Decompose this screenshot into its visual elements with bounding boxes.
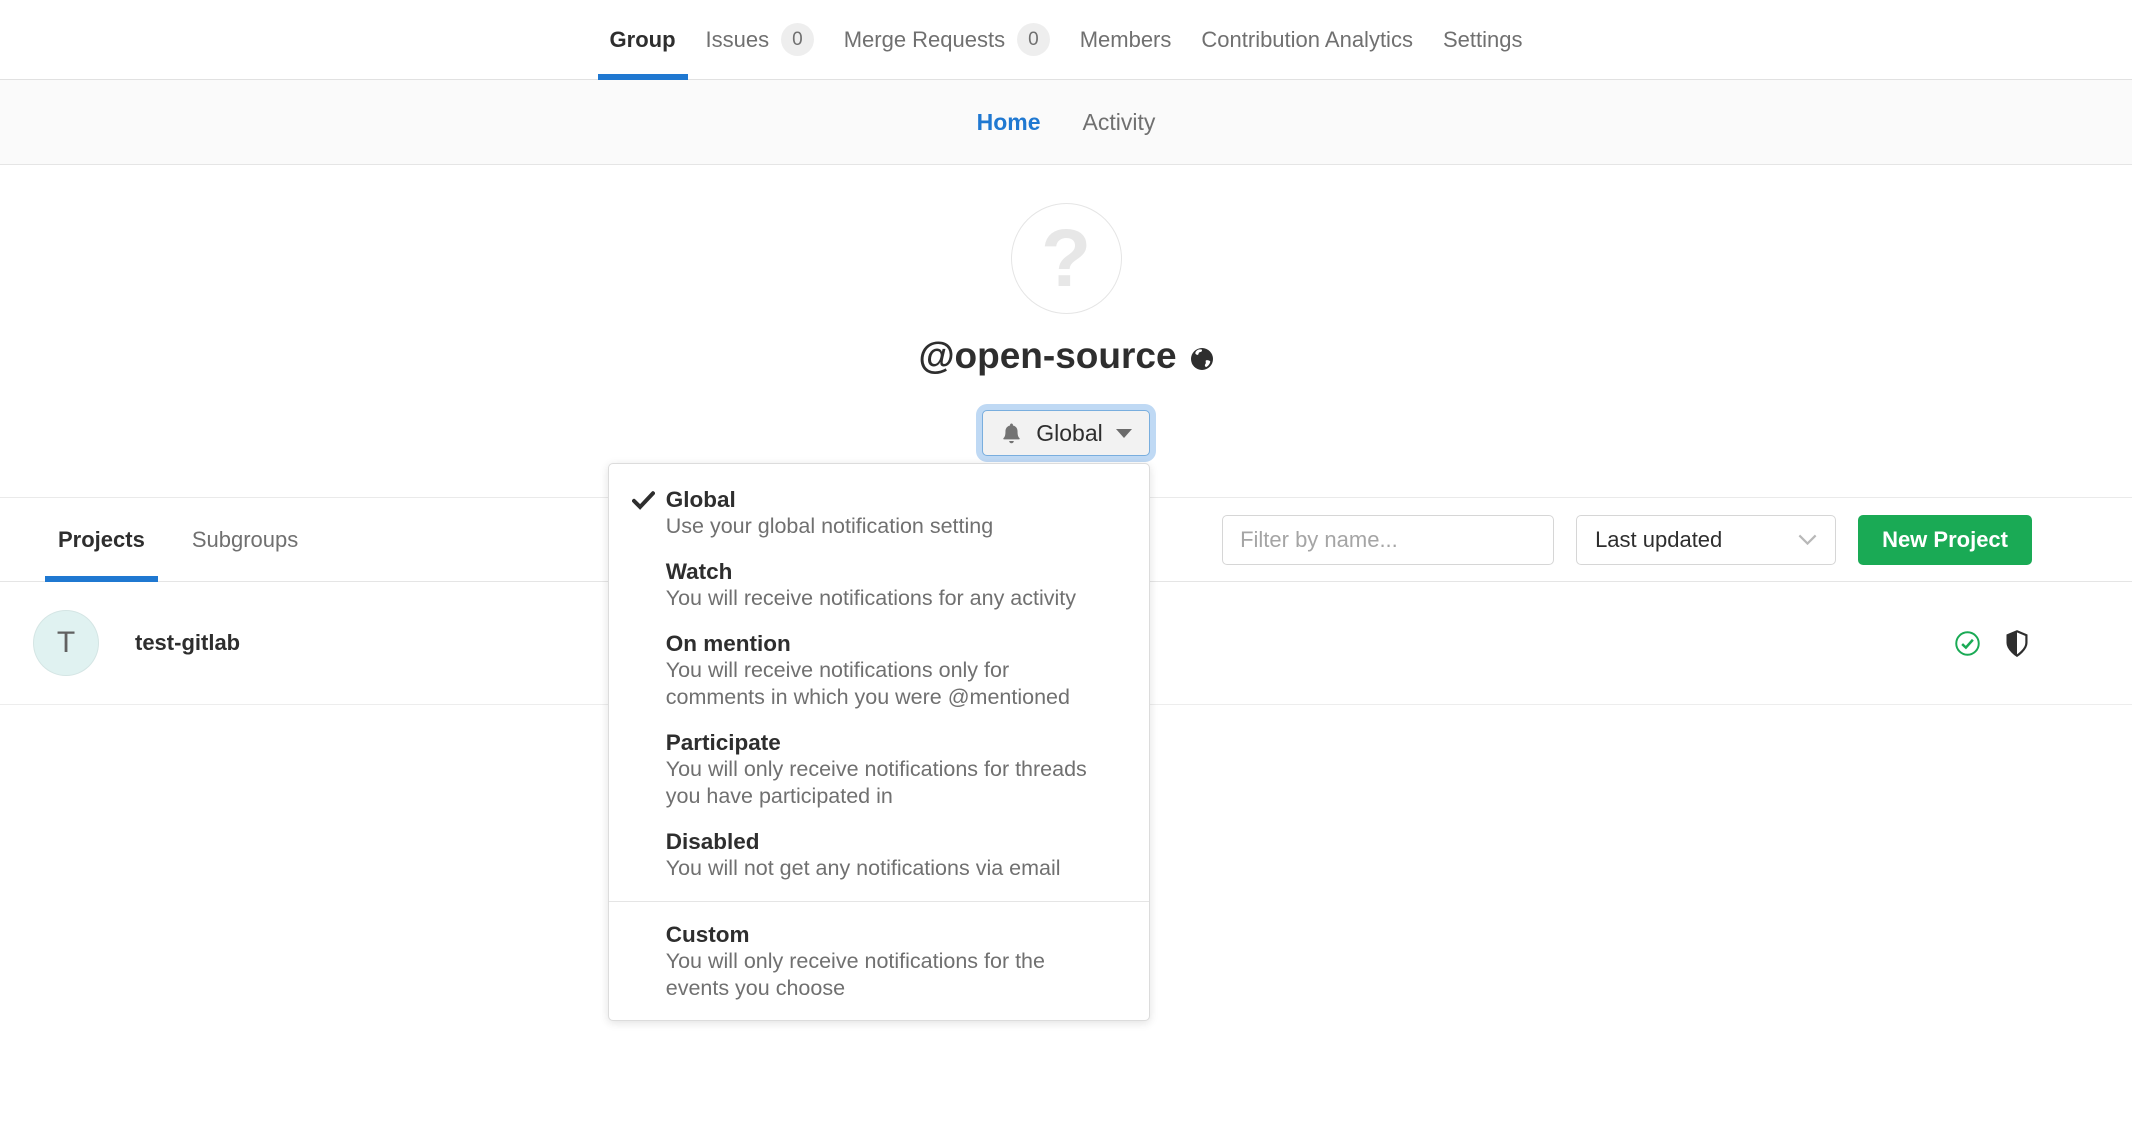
top-navbar: Group Issues 0 Merge Requests 0 Members … bbox=[0, 0, 2132, 80]
group-header: ? @open-source Global bbox=[0, 203, 2132, 498]
sort-dropdown[interactable]: Last updated bbox=[1576, 515, 1836, 565]
notification-setting-button[interactable]: Global bbox=[982, 410, 1149, 456]
menu-item-desc: You will only receive notifications for … bbox=[666, 756, 1094, 810]
tab-subgroups[interactable]: Subgroups bbox=[179, 498, 311, 581]
project-name: test-gitlab bbox=[135, 630, 240, 656]
menu-item-desc: You will receive notifications for any a… bbox=[666, 585, 1094, 612]
nav-tab-settings-label: Settings bbox=[1443, 27, 1523, 53]
pipeline-status-check-circle-icon[interactable] bbox=[1955, 631, 1980, 656]
chevron-down-icon bbox=[1798, 534, 1817, 545]
group-nav: Group Issues 0 Merge Requests 0 Members … bbox=[595, 0, 1538, 79]
nav-tab-members[interactable]: Members bbox=[1065, 0, 1187, 79]
notification-menu: Global Use your global notification sett… bbox=[608, 463, 1150, 1021]
nav-tab-contribution-analytics[interactable]: Contribution Analytics bbox=[1186, 0, 1428, 79]
subnav-link-activity[interactable]: Activity bbox=[1083, 109, 1156, 136]
menu-item-on-mention[interactable]: On mention You will receive notification… bbox=[609, 621, 1149, 720]
menu-divider bbox=[609, 901, 1149, 902]
menu-item-disabled[interactable]: Disabled You will not get any notificati… bbox=[609, 819, 1149, 891]
project-avatar: T bbox=[33, 610, 99, 676]
check-icon bbox=[632, 491, 655, 515]
nav-tab-group-label: Group bbox=[610, 27, 676, 53]
group-name: @open-source bbox=[918, 335, 1176, 377]
subnav-link-home[interactable]: Home bbox=[977, 109, 1041, 136]
nav-tab-settings[interactable]: Settings bbox=[1428, 0, 1538, 79]
bell-icon bbox=[1000, 422, 1023, 445]
merge-requests-count-badge: 0 bbox=[1017, 23, 1050, 56]
menu-item-title: Participate bbox=[666, 729, 1121, 756]
nav-tab-issues[interactable]: Issues 0 bbox=[691, 0, 829, 79]
menu-item-title: On mention bbox=[666, 630, 1121, 657]
sort-dropdown-label: Last updated bbox=[1595, 527, 1722, 553]
menu-item-desc: You will receive notifications only for … bbox=[666, 657, 1094, 711]
projects-controls: Last updated New Project bbox=[1222, 515, 2032, 565]
nav-tab-merge-requests[interactable]: Merge Requests 0 bbox=[829, 0, 1065, 79]
nav-tab-issues-label: Issues bbox=[706, 27, 770, 53]
menu-item-custom[interactable]: Custom You will only receive notificatio… bbox=[609, 912, 1149, 1011]
filter-by-name-input[interactable] bbox=[1222, 515, 1554, 565]
menu-item-desc: Use your global notification setting bbox=[666, 513, 1094, 540]
project-row-icons bbox=[1955, 630, 2028, 657]
notification-dropdown-wrap: Global Global Use your global notificati… bbox=[982, 410, 1149, 456]
menu-item-desc: You will not get any notifications via e… bbox=[666, 855, 1094, 882]
menu-item-watch[interactable]: Watch You will receive notifications for… bbox=[609, 549, 1149, 621]
issues-count-badge: 0 bbox=[781, 23, 814, 56]
projects-tabs: Projects Subgroups bbox=[45, 498, 332, 581]
tab-projects[interactable]: Projects bbox=[45, 498, 158, 581]
menu-item-participate[interactable]: Participate You will only receive notifi… bbox=[609, 720, 1149, 819]
menu-item-title: Custom bbox=[666, 921, 1121, 948]
menu-item-title: Disabled bbox=[666, 828, 1121, 855]
group-subnav: Home Activity bbox=[0, 80, 2132, 165]
menu-item-title: Global bbox=[666, 486, 1121, 513]
visibility-shield-half-icon bbox=[2006, 630, 2028, 657]
caret-down-icon bbox=[1116, 429, 1132, 438]
nav-tab-members-label: Members bbox=[1080, 27, 1172, 53]
new-project-button[interactable]: New Project bbox=[1858, 515, 2032, 565]
nav-tab-merge-requests-label: Merge Requests bbox=[844, 27, 1005, 53]
notification-setting-label: Global bbox=[1036, 420, 1102, 447]
group-avatar: ? bbox=[1011, 203, 1122, 314]
earth-icon bbox=[1190, 347, 1214, 371]
menu-item-title: Watch bbox=[666, 558, 1121, 585]
nav-tab-contribution-analytics-label: Contribution Analytics bbox=[1201, 27, 1413, 53]
menu-item-global[interactable]: Global Use your global notification sett… bbox=[609, 477, 1149, 549]
menu-item-desc: You will only receive notifications for … bbox=[666, 948, 1094, 1002]
group-title-row: @open-source bbox=[0, 335, 2132, 377]
nav-tab-group[interactable]: Group bbox=[595, 0, 691, 79]
